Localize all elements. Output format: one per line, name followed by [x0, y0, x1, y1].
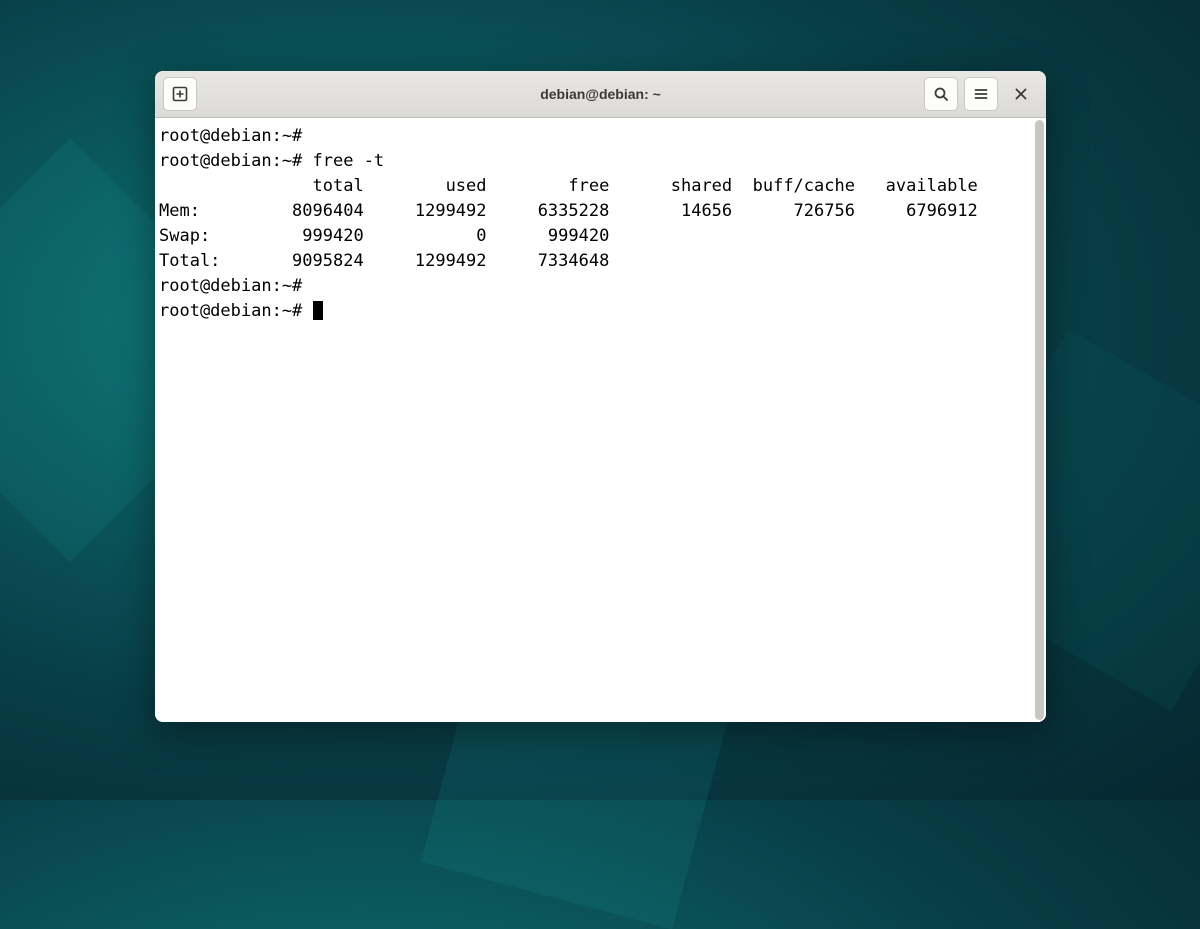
new-tab-button[interactable]: [163, 77, 197, 111]
close-button[interactable]: [1004, 77, 1038, 111]
terminal-line: root@debian:~#: [159, 126, 302, 146]
terminal-prompt: root@debian:~#: [159, 301, 302, 321]
terminal-line: total used free shared buff/cache availa…: [159, 176, 978, 196]
terminal-output[interactable]: root@debian:~# root@debian:~# free -t to…: [155, 118, 1046, 722]
terminal-line: root@debian:~# free -t: [159, 151, 384, 171]
terminal-line: Mem: 8096404 1299492 6335228 14656 72675…: [159, 201, 978, 221]
scrollbar[interactable]: [1035, 120, 1044, 720]
titlebar[interactable]: debian@debian: ~: [155, 71, 1046, 118]
search-button[interactable]: [924, 77, 958, 111]
window-title: debian@debian: ~: [155, 86, 1046, 102]
new-tab-icon: [172, 86, 188, 102]
close-icon: [1013, 86, 1029, 102]
search-icon: [933, 86, 949, 102]
terminal-window: debian@debian: ~: [155, 71, 1046, 722]
cursor: [313, 301, 323, 320]
terminal-line: Swap: 999420 0 999420: [159, 226, 609, 246]
hamburger-icon: [973, 86, 989, 102]
terminal-line: Total: 9095824 1299492 7334648: [159, 251, 609, 271]
terminal-line: root@debian:~#: [159, 276, 302, 296]
menu-button[interactable]: [964, 77, 998, 111]
